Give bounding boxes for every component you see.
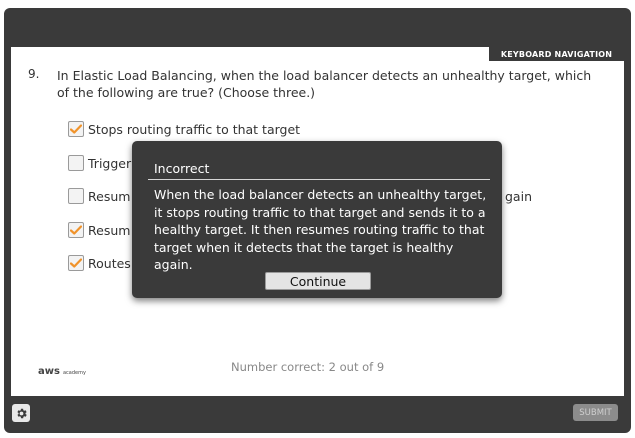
answer-option-2[interactable]: Trigger — [68, 154, 131, 172]
option-label: Resum — [88, 188, 131, 204]
score-text: Number correct: 2 out of 9 — [231, 360, 385, 374]
answer-option-1[interactable]: Stops routing traffic to that target — [68, 120, 300, 138]
checkbox-checked[interactable] — [68, 121, 84, 137]
checkmark-icon — [70, 258, 82, 268]
checkbox-checked[interactable] — [68, 222, 84, 238]
keyboard-navigation-button[interactable]: KEYBOARD NAVIGATION — [489, 47, 624, 61]
checkmark-icon — [70, 124, 82, 134]
option-label-overflow: gain — [505, 187, 532, 205]
option-label: Routes — [88, 255, 131, 271]
option-label-tail: gain — [505, 188, 532, 204]
feedback-dialog: Incorrect When the load balancer detects… — [132, 141, 502, 298]
feedback-message: When the load balancer detects an unheal… — [154, 187, 487, 272]
feedback-title: Incorrect — [154, 161, 210, 176]
answer-option-5[interactable]: Routes — [68, 254, 131, 272]
settings-button[interactable] — [12, 404, 30, 422]
submit-button[interactable]: SUBMIT — [573, 404, 618, 421]
logo-sub: academy — [62, 370, 86, 376]
question-number: 9. — [28, 67, 40, 81]
option-label: Stops routing traffic to that target — [88, 121, 301, 137]
checkbox-unchecked[interactable] — [68, 155, 84, 171]
divider — [148, 179, 490, 180]
aws-academy-logo: aws academy — [38, 366, 86, 377]
checkmark-icon — [70, 225, 82, 235]
gear-icon — [16, 408, 27, 418]
answer-option-3[interactable]: Resum — [68, 187, 130, 205]
question-text: In Elastic Load Balancing, when the load… — [57, 68, 592, 100]
checkbox-checked[interactable] — [68, 255, 84, 271]
logo-brand: aws — [38, 366, 60, 377]
answer-option-4[interactable]: Resum — [68, 221, 130, 239]
option-label: Resum — [88, 222, 131, 238]
checkbox-unchecked[interactable] — [68, 188, 84, 204]
continue-button[interactable]: Continue — [265, 272, 371, 290]
option-label: Trigger — [88, 155, 132, 171]
